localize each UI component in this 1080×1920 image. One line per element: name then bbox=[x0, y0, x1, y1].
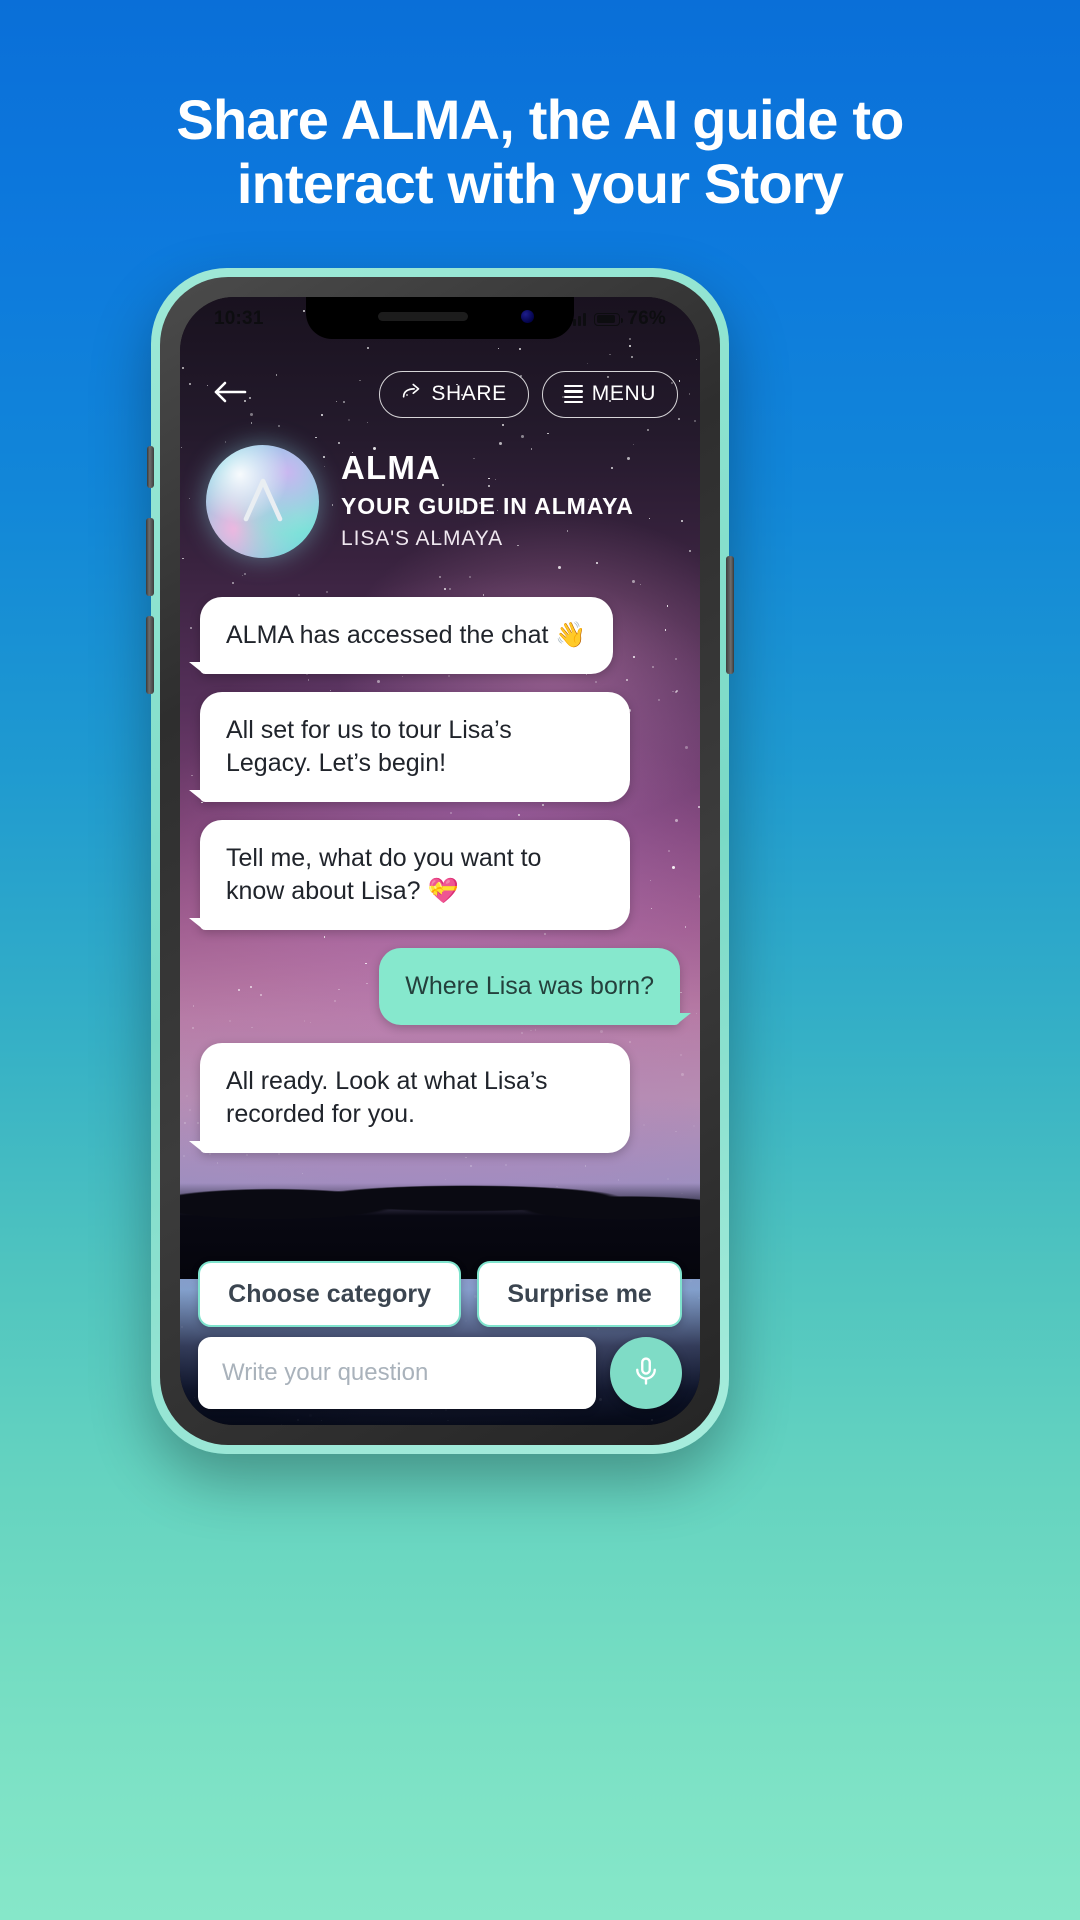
status-bar-right: 76% bbox=[568, 308, 666, 330]
hamburger-menu-icon bbox=[563, 385, 583, 403]
page-title: Share ALMA, the AI guide to interact wit… bbox=[0, 88, 1080, 216]
chat-row: Tell me, what do you want to know about … bbox=[189, 820, 680, 930]
headline-line-2: interact with your Story bbox=[236, 151, 844, 215]
chat-bubble-alma: ALMA has accessed the chat 👋 bbox=[189, 597, 613, 674]
menu-button[interactable]: MENU bbox=[541, 370, 678, 418]
chat-row: All set for us to tour Lisa’s Legacy. Le… bbox=[189, 692, 680, 802]
share-button-label: SHARE bbox=[431, 382, 507, 405]
share-arrow-icon bbox=[401, 381, 422, 408]
phone-mute-switch[interactable] bbox=[147, 446, 154, 488]
quick-actions: Choose category Surprise me bbox=[198, 1261, 683, 1327]
battery-icon bbox=[594, 312, 624, 326]
phone-outer-frame: 10:31 76% SHARE MENU ALMA YOUR GUIDE IN … bbox=[146, 268, 734, 1454]
profile-subtitle: YOUR GUIDE IN ALMAYA bbox=[341, 492, 634, 519]
message-composer: Write your question bbox=[198, 1337, 682, 1409]
microphone-icon bbox=[631, 1356, 661, 1391]
profile-name: ALMA bbox=[341, 448, 442, 486]
question-input[interactable]: Write your question bbox=[198, 1337, 596, 1409]
question-input-placeholder: Write your question bbox=[222, 1359, 429, 1386]
phone-screen: 10:31 76% SHARE MENU ALMA YOUR GUIDE IN … bbox=[180, 297, 700, 1425]
chat-row: Where Lisa was born? bbox=[200, 948, 691, 1025]
phone-power-button[interactable] bbox=[726, 556, 734, 674]
voice-input-button[interactable] bbox=[610, 1337, 682, 1409]
share-button[interactable]: SHARE bbox=[379, 370, 529, 418]
phone-inner-frame: 10:31 76% SHARE MENU ALMA YOUR GUIDE IN … bbox=[160, 277, 720, 1445]
chat-message-list: ALMA has accessed the chat 👋 All set for… bbox=[189, 597, 691, 1153]
earpiece-speaker bbox=[378, 312, 468, 321]
alma-logo-icon bbox=[235, 471, 291, 532]
headline-line-1: Share ALMA, the AI guide to bbox=[176, 88, 904, 151]
profile-owner: LISA'S ALMAYA bbox=[341, 526, 504, 550]
surprise-me-button[interactable]: Surprise me bbox=[477, 1261, 683, 1327]
phone-mockup: 10:31 76% SHARE MENU ALMA YOUR GUIDE IN … bbox=[146, 268, 734, 1454]
back-arrow-icon bbox=[213, 379, 247, 410]
back-button[interactable] bbox=[202, 369, 258, 419]
phone-volume-up-button[interactable] bbox=[146, 518, 154, 596]
chat-row: ALMA has accessed the chat 👋 bbox=[189, 597, 680, 674]
profile-header: ALMA YOUR GUIDE IN ALMAYA LISA'S ALMAYA bbox=[206, 445, 676, 558]
phone-notch bbox=[306, 297, 574, 339]
chat-bubble-alma: All set for us to tour Lisa’s Legacy. Le… bbox=[189, 692, 630, 802]
chat-bubble-alma: Tell me, what do you want to know about … bbox=[189, 820, 630, 930]
menu-button-label: MENU bbox=[591, 382, 656, 405]
status-bar-time: 10:31 bbox=[214, 308, 264, 329]
top-navigation-bar: SHARE MENU bbox=[180, 365, 700, 423]
phone-volume-down-button[interactable] bbox=[146, 616, 154, 694]
avatar[interactable] bbox=[206, 445, 319, 558]
chat-bubble-user: Where Lisa was born? bbox=[379, 948, 691, 1025]
battery-percent-label: 76% bbox=[627, 308, 666, 329]
choose-category-button[interactable]: Choose category bbox=[198, 1261, 462, 1327]
chat-bubble-alma: All ready. Look at what Lisa’s recorded … bbox=[189, 1043, 630, 1153]
front-camera-icon bbox=[521, 310, 534, 323]
chat-row: All ready. Look at what Lisa’s recorded … bbox=[189, 1043, 680, 1153]
profile-text: ALMA YOUR GUIDE IN ALMAYA LISA'S ALMAYA bbox=[341, 451, 634, 553]
